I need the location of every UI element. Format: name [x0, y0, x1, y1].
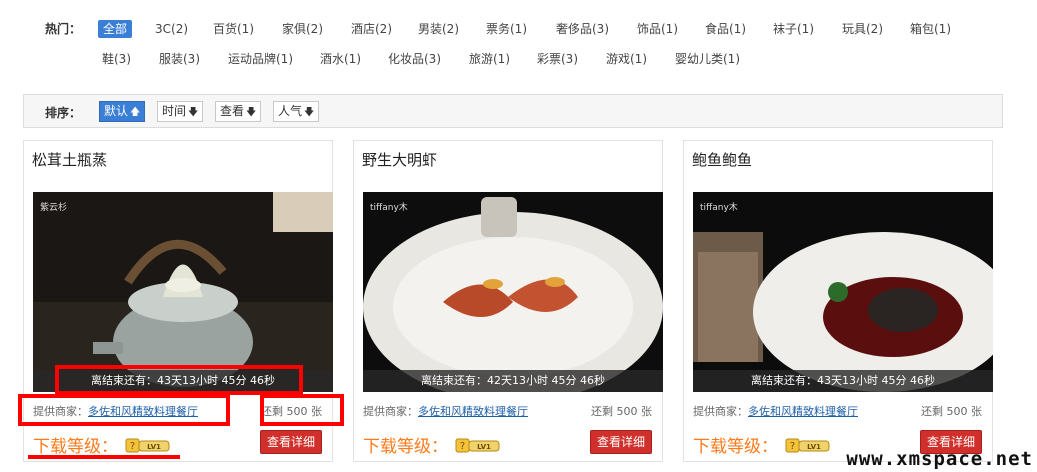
svg-text:?: ? — [790, 441, 795, 452]
category-item[interactable]: 饰品(1) — [637, 20, 678, 38]
svg-text:?: ? — [460, 441, 465, 452]
category-item[interactable]: 游戏(1) — [606, 50, 647, 68]
hot-categories: 热门： 全部 3C(2) 百货(1) 家俱(2) 酒店(2) 男装(2) 票务(… — [0, 0, 1037, 80]
level-label: 下载等级： — [363, 437, 448, 457]
photo-credit: tiffany木 — [370, 203, 408, 213]
category-item[interactable]: 服装(3) — [159, 50, 200, 68]
sort-button-label: 查看 — [220, 104, 245, 118]
remaining-count: 还剩 500 张 — [591, 405, 652, 418]
sort-bar: 排序： 默认 🡅 时间 🡇 查看 🡇 人气 🡇 — [23, 94, 1003, 128]
category-item[interactable]: 玩具(2) — [842, 20, 883, 38]
down-arrow-icon: 🡇 — [304, 107, 315, 118]
shrimp-photo — [363, 192, 663, 392]
download-level: 下载等级： ? LV1 — [693, 432, 831, 457]
level-label: 下载等级： — [33, 437, 118, 457]
vendor-prefix: 提供商家： — [693, 405, 748, 418]
card-title[interactable]: 鲍鱼鲍鱼 — [692, 149, 752, 170]
product-photo[interactable]: tiffany木 离结束还有：43天13小时 45分 46秒 — [693, 192, 993, 392]
level-badge-icon: ? LV1 — [125, 438, 170, 452]
category-item[interactable]: 鞋(3) — [102, 50, 131, 68]
sort-time-button[interactable]: 时间 🡇 — [157, 101, 204, 122]
down-arrow-icon: 🡇 — [188, 107, 199, 118]
category-item[interactable]: 酒水(1) — [320, 50, 361, 68]
view-details-button[interactable]: 查看详细 — [260, 430, 322, 454]
site-watermark: www.xmspace.net — [846, 448, 1033, 470]
card-title[interactable]: 松茸土瓶蒸 — [32, 149, 107, 170]
sort-popularity-button[interactable]: 人气 🡇 — [273, 101, 320, 122]
sort-views-button[interactable]: 查看 🡇 — [215, 101, 262, 122]
category-item[interactable]: 票务(1) — [486, 20, 527, 38]
down-arrow-icon: 🡇 — [246, 107, 257, 118]
category-item[interactable]: 家俱(2) — [282, 20, 323, 38]
product-photo[interactable]: 紫云杉 离结束还有：43天13小时 45分 46秒 — [33, 192, 333, 392]
svg-text:?: ? — [130, 441, 135, 452]
hot-label: 热门： — [45, 22, 82, 36]
svg-text:LV1: LV1 — [478, 443, 492, 451]
category-item[interactable]: 箱包(1) — [910, 20, 951, 38]
sort-button-label: 时间 — [162, 104, 187, 118]
category-item[interactable]: 袜子(1) — [773, 20, 814, 38]
remaining-count: 还剩 500 张 — [921, 405, 982, 418]
sort-button-label: 人气 — [278, 104, 303, 118]
countdown-highlight-box — [55, 365, 303, 395]
teapot-photo — [33, 192, 333, 392]
category-item[interactable]: 彩票(3) — [537, 50, 578, 68]
category-item[interactable]: 男装(2) — [418, 20, 459, 38]
category-item[interactable]: 运动品牌(1) — [228, 50, 293, 68]
category-item[interactable]: 百货(1) — [213, 20, 254, 38]
download-level: 下载等级： ? LV1 — [33, 432, 171, 457]
sort-button-label: 默认 — [104, 104, 129, 118]
vendor-prefix: 提供商家： — [363, 405, 418, 418]
category-item[interactable]: 旅游(1) — [469, 50, 510, 68]
product-photo[interactable]: tiffany木 离结束还有：42天13小时 45分 46秒 — [363, 192, 663, 392]
countdown-timer: 离结束还有：42天13小时 45分 46秒 — [363, 370, 663, 392]
svg-text:LV1: LV1 — [148, 443, 162, 451]
deal-card: 野生大明虾 tiffany木 离结束还有：42天13小时 45分 46秒 提供商… — [353, 140, 663, 462]
abalone-photo — [693, 192, 993, 392]
category-item[interactable]: 3C(2) — [155, 20, 188, 38]
view-details-button[interactable]: 查看详细 — [590, 430, 652, 454]
sort-label: 排序： — [45, 106, 82, 120]
category-item[interactable]: 奢侈品(3) — [556, 20, 609, 38]
vendor-link[interactable]: 多佐和风精致料理餐厅 — [418, 405, 528, 418]
category-item[interactable]: 婴幼儿类(1) — [675, 50, 740, 68]
sort-default-button[interactable]: 默认 🡅 — [99, 101, 146, 122]
category-item[interactable]: 酒店(2) — [351, 20, 392, 38]
category-item[interactable]: 食品(1) — [705, 20, 746, 38]
up-arrow-icon: 🡅 — [130, 107, 141, 118]
category-all[interactable]: 全部 — [98, 20, 133, 38]
level-badge-icon: ? LV1 — [785, 438, 830, 452]
remaining-highlight-box — [260, 394, 344, 426]
vendor-link[interactable]: 多佐和风精致料理餐厅 — [748, 405, 858, 418]
level-badge-icon: ? LV1 — [455, 438, 500, 452]
countdown-timer: 离结束还有：43天13小时 45分 46秒 — [693, 370, 993, 392]
vendor-highlight-box — [18, 394, 230, 426]
vendor-info: 提供商家：多佐和风精致料理餐厅 — [363, 403, 528, 419]
photo-credit: tiffany木 — [700, 203, 738, 213]
level-underline — [28, 455, 180, 459]
category-item[interactable]: 化妆品(3) — [388, 50, 441, 68]
card-title[interactable]: 野生大明虾 — [362, 149, 437, 170]
svg-text:LV1: LV1 — [808, 443, 822, 451]
download-level: 下载等级： ? LV1 — [363, 432, 501, 457]
vendor-info: 提供商家：多佐和风精致料理餐厅 — [693, 403, 858, 419]
deal-card: 鲍鱼鲍鱼 tiffany木 离结束还有：43天13小时 45分 46秒 提供商家… — [683, 140, 993, 462]
level-label: 下载等级： — [693, 437, 778, 457]
photo-credit: 紫云杉 — [40, 203, 68, 213]
